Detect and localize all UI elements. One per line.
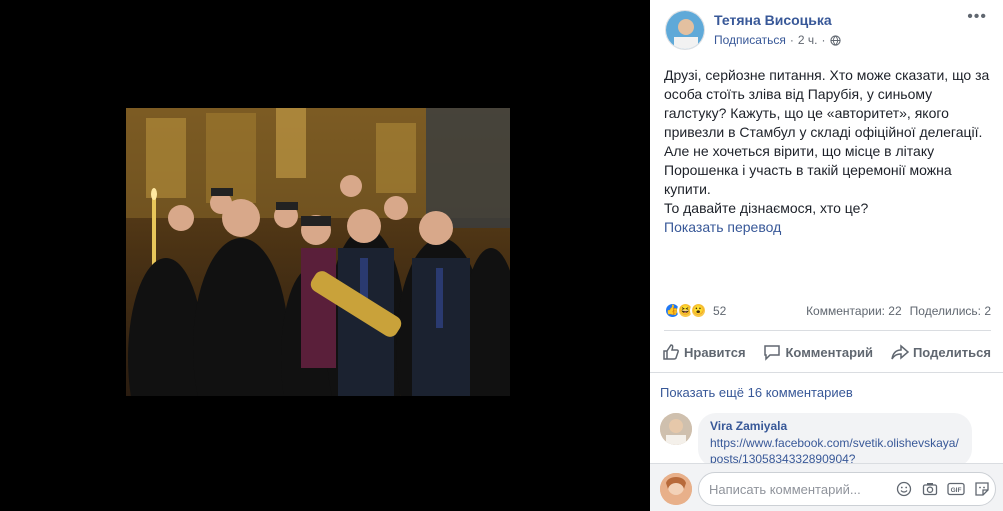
sticker-icon[interactable] — [973, 480, 991, 498]
meta-separator: · — [789, 33, 794, 47]
globe-icon — [829, 34, 841, 46]
comment-composer: GIF — [650, 463, 1003, 511]
post-time[interactable]: 2 ч. — [798, 33, 818, 47]
comment-label: Комментарий — [785, 344, 874, 360]
comment-button[interactable]: Комментарий — [763, 338, 873, 366]
gif-label: GIF — [951, 487, 962, 494]
comments-count[interactable]: Комментарии: 22 — [806, 304, 902, 318]
thumbs-up-icon — [663, 344, 679, 360]
photo-pane[interactable] — [0, 0, 650, 511]
post-text: Друзі, серйозне питання. Хто може сказат… — [664, 66, 994, 237]
post-stats: Комментарии: 22 Поделились: 2 — [806, 304, 991, 318]
my-avatar — [660, 473, 692, 505]
comment-input-wrapper: GIF — [698, 472, 996, 506]
author-avatar-image — [666, 11, 704, 49]
follow-link[interactable]: Подписаться — [714, 33, 786, 47]
author-avatar[interactable] — [665, 10, 705, 50]
comment-author[interactable]: Vira Zamiyala — [710, 419, 960, 433]
share-icon — [891, 344, 909, 360]
reactions-summary[interactable]: 👍 😆 😮 52 — [664, 302, 726, 319]
share-button[interactable]: Поделиться — [891, 338, 991, 366]
comment-avatar-image — [660, 413, 692, 445]
post-meta: Подписаться · 2 ч. · — [714, 33, 841, 47]
gif-icon[interactable]: GIF — [947, 480, 965, 498]
share-label: Поделиться — [912, 344, 991, 360]
comment-avatar[interactable] — [660, 413, 692, 445]
show-more-comments[interactable]: Показать ещё 16 комментариев — [660, 385, 853, 400]
ellipsis-icon[interactable]: ••• — [967, 8, 987, 26]
meta-separator-2: · — [821, 33, 826, 47]
comment-input[interactable] — [709, 481, 899, 497]
comments-area: Показать ещё 16 комментариев Vira Zamiya… — [650, 373, 1003, 511]
my-avatar-image — [660, 473, 692, 505]
post-actions: Нравится Комментарий Поделиться — [662, 338, 991, 366]
photo-image — [126, 108, 510, 396]
post-photo[interactable] — [126, 108, 510, 396]
author-name[interactable]: Тетяна Висоцька — [714, 12, 832, 28]
like-label: Нравится — [684, 344, 746, 360]
comment-icon — [764, 345, 781, 361]
shares-count[interactable]: Поделились: 2 — [910, 304, 991, 318]
camera-icon[interactable] — [921, 480, 939, 498]
post-sidebar: Тетяна Висоцька Подписаться · 2 ч. · •••… — [650, 0, 1003, 511]
divider — [664, 330, 991, 331]
like-button[interactable]: Нравится — [662, 338, 746, 366]
reaction-count: 52 — [713, 303, 727, 318]
post-body-line2: То давайте дізнаємося, хто це? — [664, 200, 869, 216]
photo-viewer: Тетяна Висоцька Подписаться · 2 ч. · •••… — [0, 0, 1003, 511]
composer-icons: GIF — [895, 480, 991, 498]
wow-icon: 😮 — [690, 302, 707, 319]
post-body: Друзі, серйозне питання. Хто може сказат… — [664, 67, 990, 197]
comment-bubble: Vira Zamiyala https://www.facebook.com/s… — [698, 413, 972, 467]
translate-link[interactable]: Показать перевод — [664, 218, 994, 237]
emoji-icon[interactable] — [895, 480, 913, 498]
